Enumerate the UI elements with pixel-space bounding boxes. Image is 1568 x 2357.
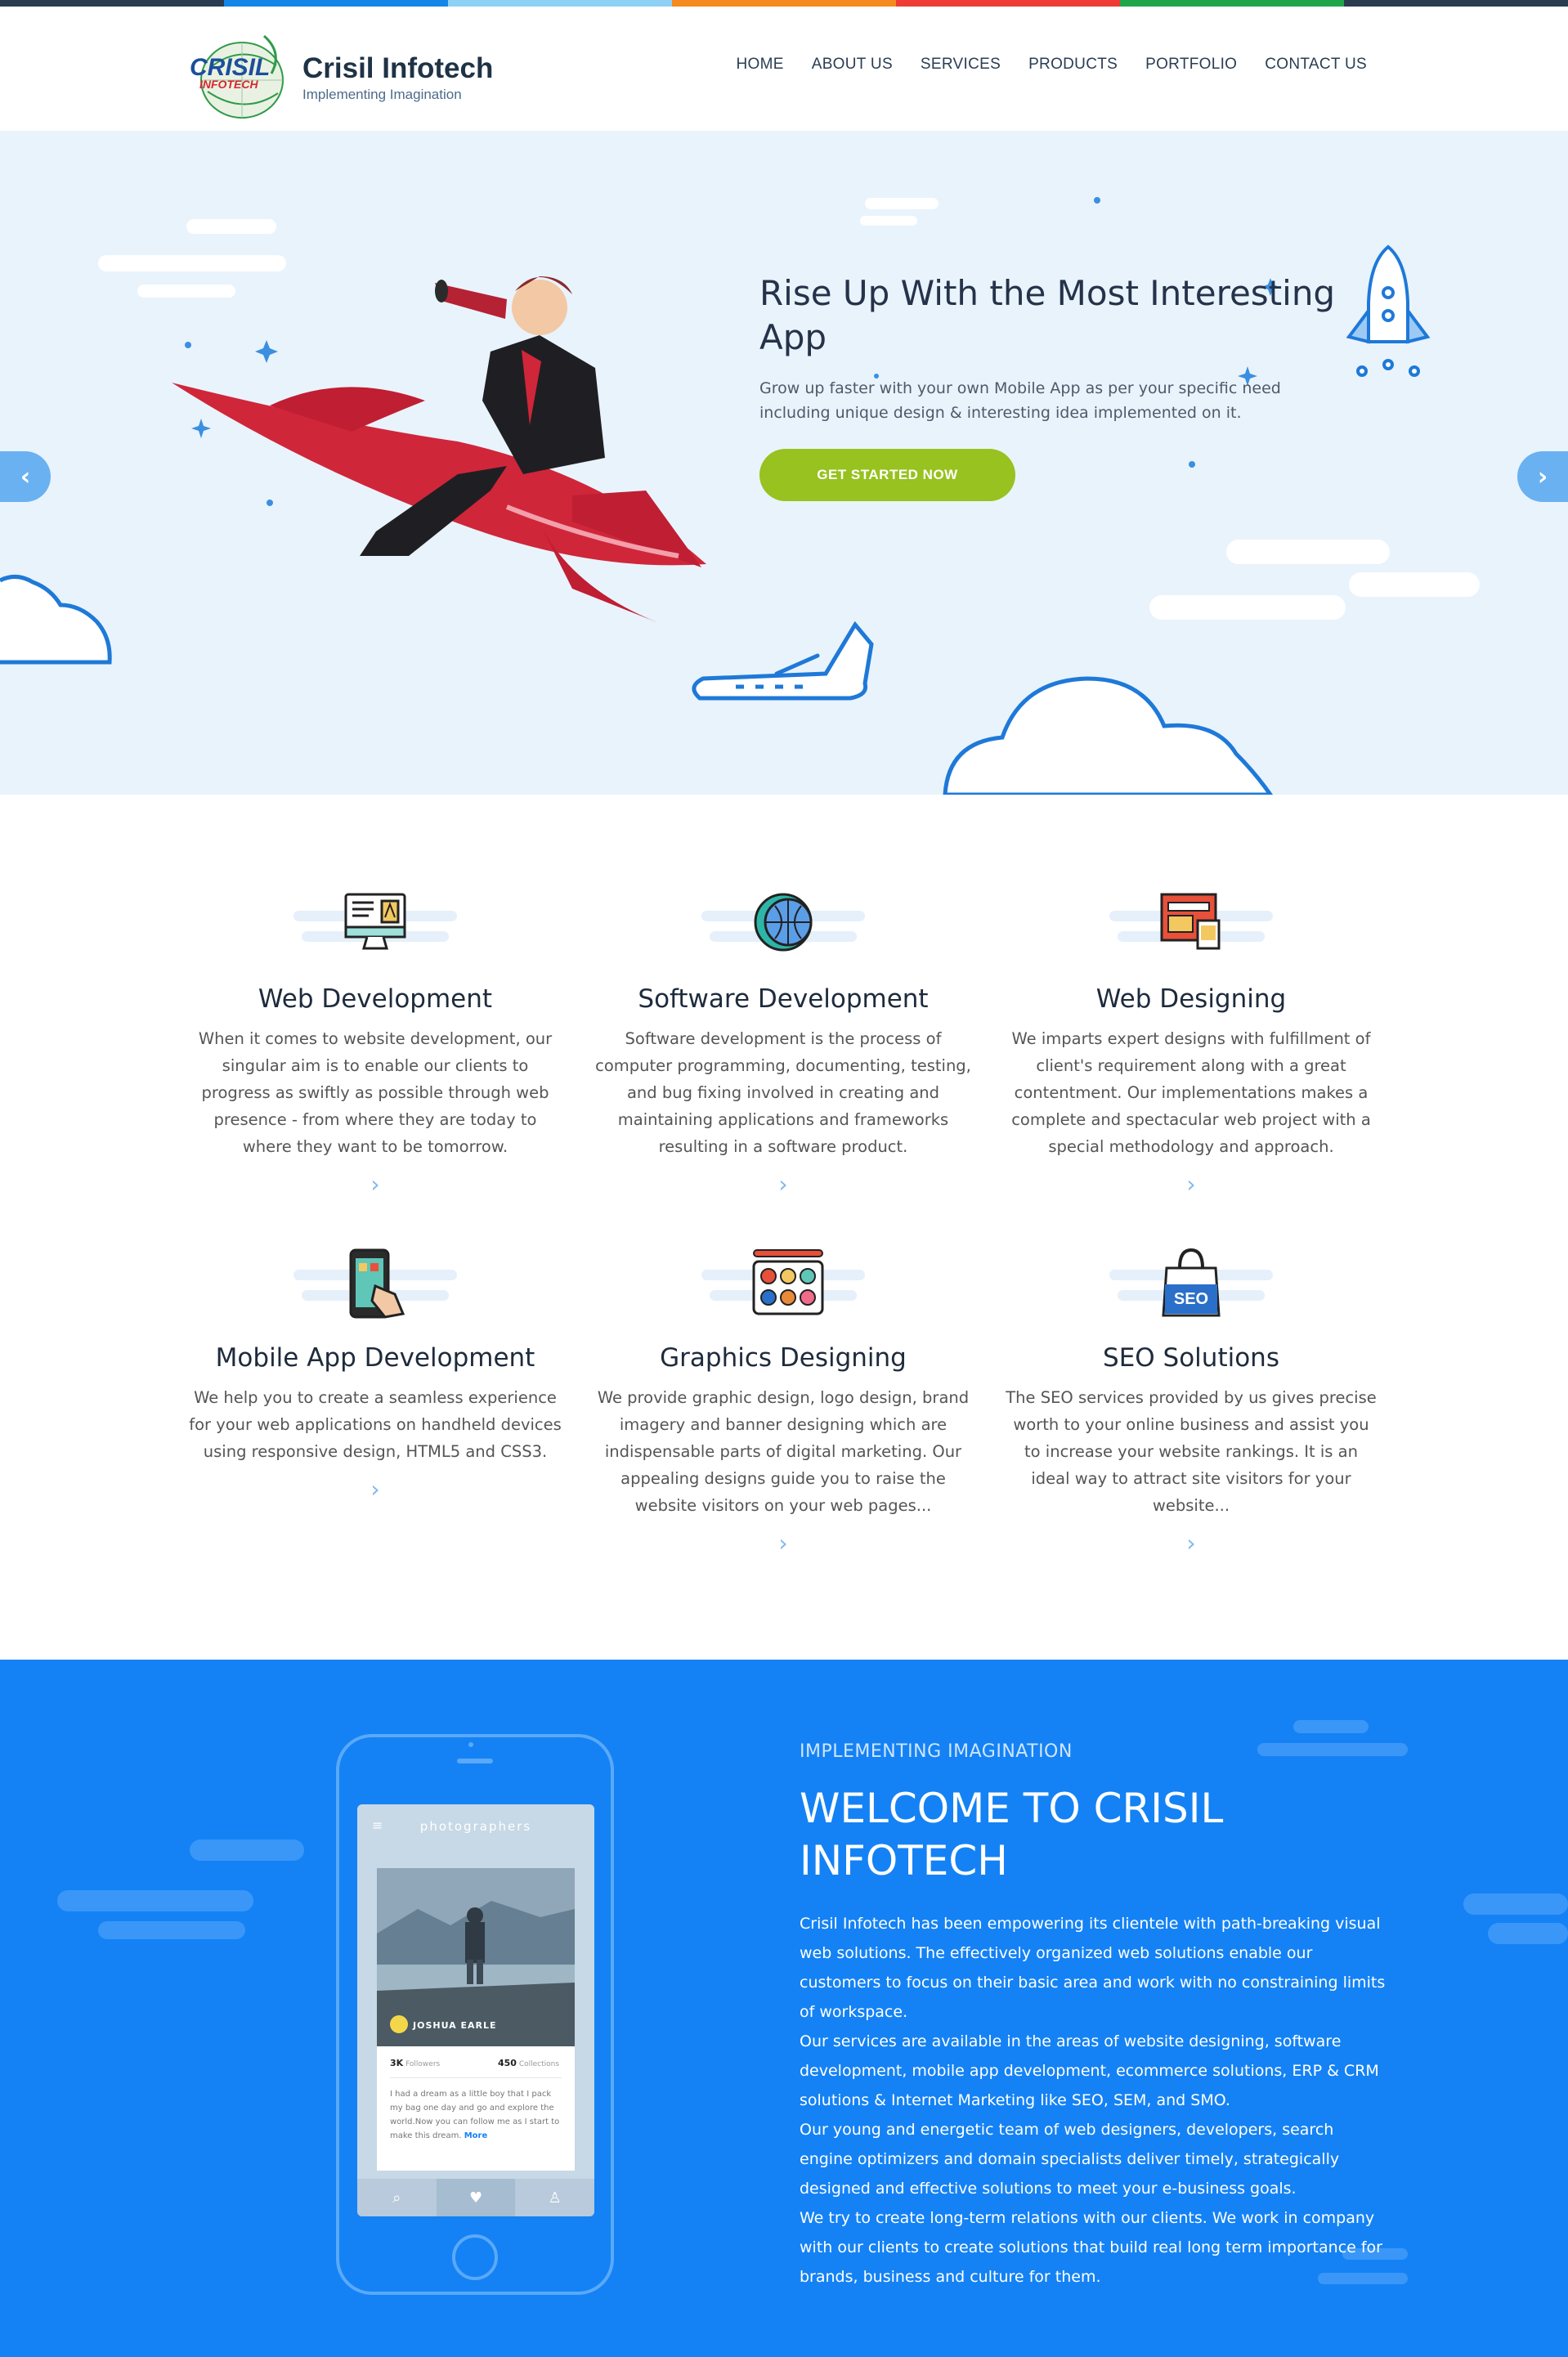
service-description: We help you to create a seamless experie… xyxy=(189,1388,562,1461)
brand-tagline: Implementing Imagination xyxy=(302,87,462,102)
services-section: Web Development When it comes to website… xyxy=(0,795,1568,1660)
service-software-development: Software Development Software developmen… xyxy=(595,880,971,1196)
stripe-segment xyxy=(0,0,224,7)
chevron-right-icon[interactable]: › xyxy=(365,1173,385,1196)
stripe-segment xyxy=(896,0,1120,7)
brand-name: Crisil Infotech xyxy=(302,52,494,84)
rocket-man-illustration xyxy=(172,276,706,623)
collections-label: Collections xyxy=(518,2060,560,2068)
chevron-right-icon[interactable]: › xyxy=(1181,1532,1201,1555)
cloud-outline-icon xyxy=(943,676,1274,795)
service-graphics-designing: Graphics Designing We provide graphic de… xyxy=(595,1239,971,1555)
user-icon[interactable]: ♙ xyxy=(515,2179,594,2216)
phone-screen: ≡ photographers JOSHUA EARLE 3K Follower… xyxy=(357,1804,594,2216)
monitor-icon xyxy=(344,893,406,950)
phone-speaker xyxy=(457,1759,493,1763)
top-color-stripe xyxy=(0,0,1568,7)
mobile-touch-icon xyxy=(349,1248,405,1319)
stripe-segment xyxy=(1120,0,1344,7)
nav-contact-us[interactable]: CONTACT US xyxy=(1265,56,1367,74)
welcome-kicker: IMPLEMENTING IMAGINATION xyxy=(800,1741,1073,1762)
logo[interactable]: CRISIL INFOTECH Crisil Infotech Implemen… xyxy=(186,29,513,126)
more-link[interactable]: More xyxy=(464,2131,488,2140)
followers-label: Followers xyxy=(405,2060,441,2068)
phone-camera xyxy=(468,1742,473,1747)
chevron-left-icon: ‹ xyxy=(20,462,31,491)
chevron-right-icon[interactable]: › xyxy=(1181,1173,1201,1196)
globe-gear-icon xyxy=(754,893,813,952)
welcome-body: Crisil Infotech has been empowering its … xyxy=(800,1909,1388,2292)
web-layout-icon xyxy=(1160,893,1221,950)
chevron-right-icon[interactable]: › xyxy=(773,1532,793,1555)
seo-badge-text: SEO xyxy=(1174,1290,1208,1308)
service-description: Software development is the process of c… xyxy=(595,1029,971,1156)
welcome-section: ≡ photographers JOSHUA EARLE 3K Follower… xyxy=(0,1660,1568,2357)
service-description: We imparts expert designs with fulfillme… xyxy=(1011,1029,1371,1156)
airplane-icon xyxy=(692,621,874,701)
service-title: Software Development xyxy=(638,984,929,1014)
profile-name: JOSHUA EARLE xyxy=(413,2020,497,2031)
nav-home[interactable]: HOME xyxy=(737,56,784,74)
slider-prev-button[interactable]: ‹ xyxy=(0,451,51,502)
logo-mark-bottom: INFOTECH xyxy=(199,78,258,91)
nav-products[interactable]: PRODUCTS xyxy=(1028,56,1118,74)
followers-count: 3K xyxy=(390,2058,404,2068)
nav-services[interactable]: SERVICES xyxy=(921,56,1001,74)
hero-subtitle: Grow up faster with your own Mobile App … xyxy=(759,379,1281,422)
main-nav: HOME ABOUT US SERVICES PRODUCTS PORTFOLI… xyxy=(737,56,1367,74)
palette-icon xyxy=(752,1249,824,1315)
phone-home-button xyxy=(452,2234,498,2280)
service-title: Mobile App Development xyxy=(215,1343,535,1373)
seo-bag-icon: SEO xyxy=(1162,1248,1221,1317)
rocket-outline-icon xyxy=(1346,244,1431,377)
welcome-paragraph: Our young and energetic team of web desi… xyxy=(800,2121,1340,2198)
service-web-designing: Web Designing We imparts expert designs … xyxy=(1003,880,1379,1196)
screen-title: photographers xyxy=(419,1819,532,1834)
nav-about-us[interactable]: ABOUT US xyxy=(812,56,893,74)
service-description: We provide graphic design, logo design, … xyxy=(597,1388,970,1515)
welcome-paragraph: Crisil Infotech has been empowering its … xyxy=(800,1915,1386,2021)
service-title: SEO Solutions xyxy=(1103,1343,1279,1373)
heart-icon[interactable]: ♥ xyxy=(436,2179,516,2216)
chevron-right-icon[interactable]: › xyxy=(365,1478,385,1501)
stripe-segment xyxy=(448,0,672,7)
service-mobile-app-development: Mobile App Development We help you to cr… xyxy=(187,1239,563,1501)
avatar xyxy=(390,2015,408,2033)
hero-slider: Rise Up With the Most Interesting App Gr… xyxy=(0,131,1568,795)
service-seo-solutions: SEO SEO Solutions The SEO services provi… xyxy=(1003,1239,1379,1555)
profile-stats: 3K Followers 450 Collections xyxy=(390,2058,563,2068)
profile-bio-block: I had a dream as a little boy that I pac… xyxy=(390,2087,565,2143)
service-title: Web Development xyxy=(258,984,493,1014)
collections-count: 450 xyxy=(498,2058,517,2068)
welcome-title: WELCOME TO CRISIL INFOTECH xyxy=(800,1785,1224,1884)
chevron-right-icon: › xyxy=(1537,462,1548,491)
service-description: The SEO services provided by us gives pr… xyxy=(1006,1388,1377,1515)
site-header: CRISIL INFOTECH Crisil Infotech Implemen… xyxy=(0,7,1568,131)
service-title: Web Designing xyxy=(1095,984,1287,1014)
stripe-segment xyxy=(672,0,896,7)
stripe-segment xyxy=(1344,0,1568,7)
slider-next-button[interactable]: › xyxy=(1517,451,1568,502)
profile-card: JOSHUA EARLE 3K Followers 450 Collection… xyxy=(377,1868,575,2171)
phone-tab-bar: ⌕ ♥ ♙ xyxy=(357,2179,594,2216)
phone-mockup: ≡ photographers JOSHUA EARLE 3K Follower… xyxy=(336,1734,614,2295)
get-started-button[interactable]: GET STARTED NOW xyxy=(759,449,1015,501)
nav-portfolio[interactable]: PORTFOLIO xyxy=(1145,56,1237,74)
stripe-segment xyxy=(224,0,448,7)
service-description: When it comes to website development, ou… xyxy=(198,1029,553,1156)
service-title: Graphics Designing xyxy=(660,1343,907,1373)
logo-mark-icon: CRISIL INFOTECH xyxy=(190,34,284,119)
divider xyxy=(390,2077,562,2078)
search-icon[interactable]: ⌕ xyxy=(357,2179,437,2216)
welcome-paragraph: We try to create long-term relations wit… xyxy=(800,2209,1382,2286)
welcome-paragraph: Our services are available in the areas … xyxy=(800,2032,1379,2109)
chevron-right-icon[interactable]: › xyxy=(773,1173,793,1196)
service-web-development: Web Development When it comes to website… xyxy=(187,880,563,1196)
hero-title: Rise Up With the Most Interesting App xyxy=(759,273,1336,357)
cloud-outline-icon xyxy=(0,575,112,665)
